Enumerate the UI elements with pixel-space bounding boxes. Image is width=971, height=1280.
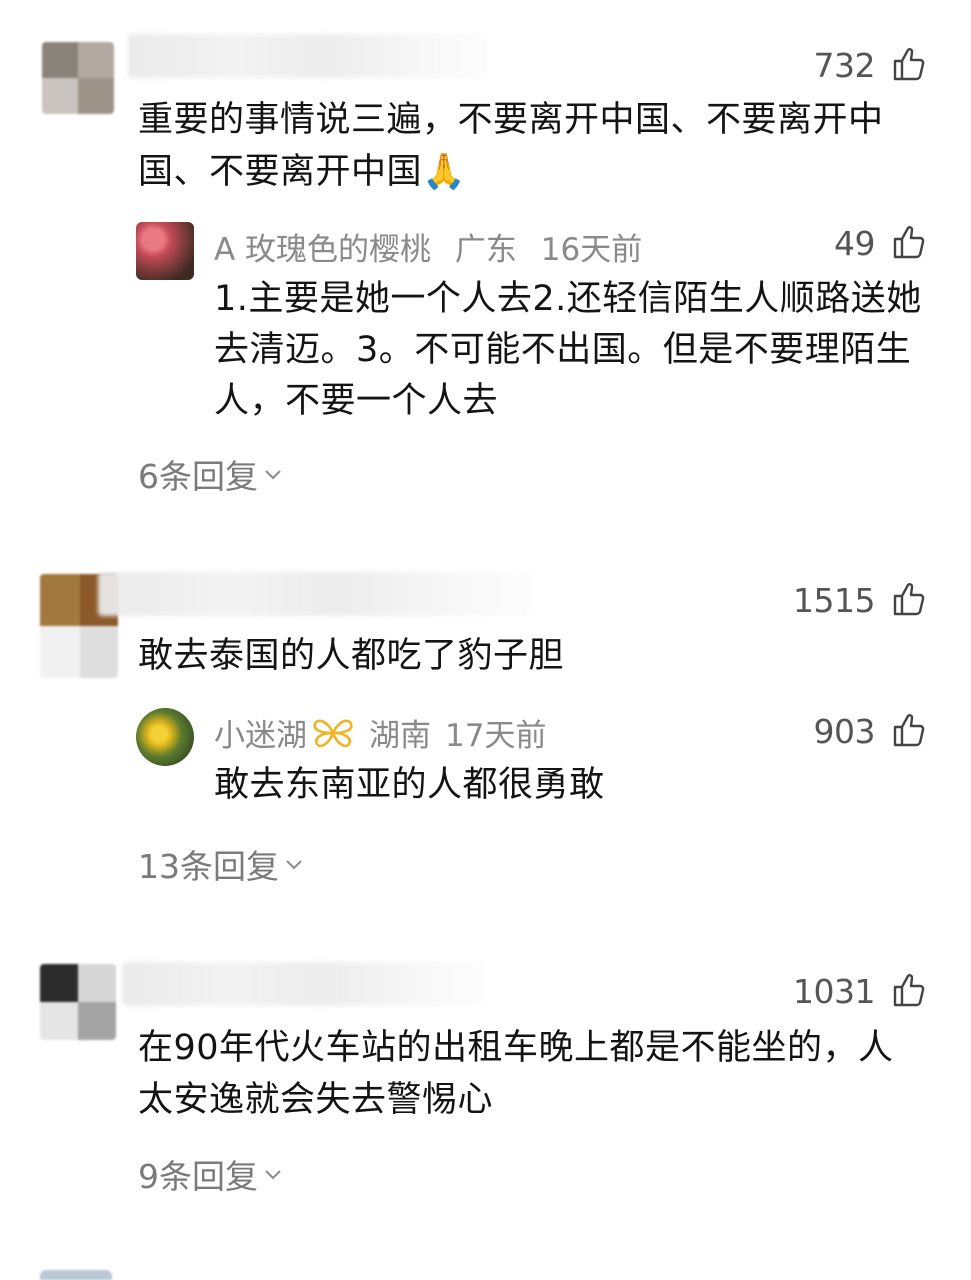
avatar[interactable] [42, 42, 114, 114]
like-count: 732 [813, 46, 876, 85]
avatar[interactable] [40, 964, 116, 1040]
reply-time: 17天前 [445, 718, 547, 754]
comment-text: 敢去泰国的人都吃了豹子胆 [138, 636, 565, 676]
reply-username[interactable]: 小迷湖 [214, 710, 307, 755]
comment-text: 重要的事情说三遍，不要离开中国、不要离开中国、不要离开中国🙏 [138, 100, 884, 192]
thumbs-up-icon[interactable] [891, 972, 927, 1008]
thumbs-up-icon[interactable] [891, 224, 927, 260]
view-replies-button[interactable]: 6条回复 [138, 450, 284, 498]
reply-avatar[interactable] [136, 222, 194, 280]
like-count: 1515 [793, 581, 875, 620]
thumbs-up-icon[interactable] [891, 46, 927, 82]
chevron-down-icon [265, 470, 281, 480]
username-blurred[interactable] [98, 572, 534, 616]
reply-text: 1.主要是她一个人去2.还轻信陌生人顺路送她去清迈。3。不可能不出国。但是不要理… [214, 279, 922, 421]
thumbs-up-icon[interactable] [891, 581, 927, 617]
like-count: 1031 [793, 972, 875, 1011]
reply-meta: 小迷湖 湖南 17天前 [214, 710, 560, 755]
replies-label: 6条回复 [138, 457, 258, 496]
reply-region: 湖南 [369, 718, 431, 754]
butterfly-icon [313, 718, 353, 747]
reply-avatar[interactable] [136, 708, 194, 766]
reply-username[interactable]: A 玫瑰色的樱桃 [214, 232, 431, 268]
view-replies-button[interactable]: 13条回复 [138, 840, 305, 888]
chevron-down-icon [286, 860, 302, 870]
username-blurred[interactable] [128, 34, 488, 78]
comment-text: 在90年代火车站的出租车晚上都是不能坐的，人太安逸就会失去警惕心 [138, 1028, 894, 1120]
reply-like-count: 903 [813, 712, 876, 751]
username-blurred[interactable] [122, 962, 484, 1006]
replies-label: 13条回复 [138, 847, 279, 886]
reply-time: 16天前 [540, 232, 643, 268]
reply-text: 敢去东南亚的人都很勇敢 [214, 765, 605, 805]
reply-like-count: 49 [834, 224, 876, 263]
chevron-down-icon [265, 1170, 281, 1180]
reply-meta: A 玫瑰色的樱桃 广东 16天前 [214, 224, 656, 269]
replies-label: 9条回复 [138, 1157, 258, 1196]
reply-region: 广东 [454, 232, 517, 268]
view-replies-button[interactable]: 9条回复 [138, 1150, 284, 1198]
thumbs-up-icon[interactable] [891, 712, 927, 748]
next-comment-avatar[interactable] [40, 1270, 112, 1280]
